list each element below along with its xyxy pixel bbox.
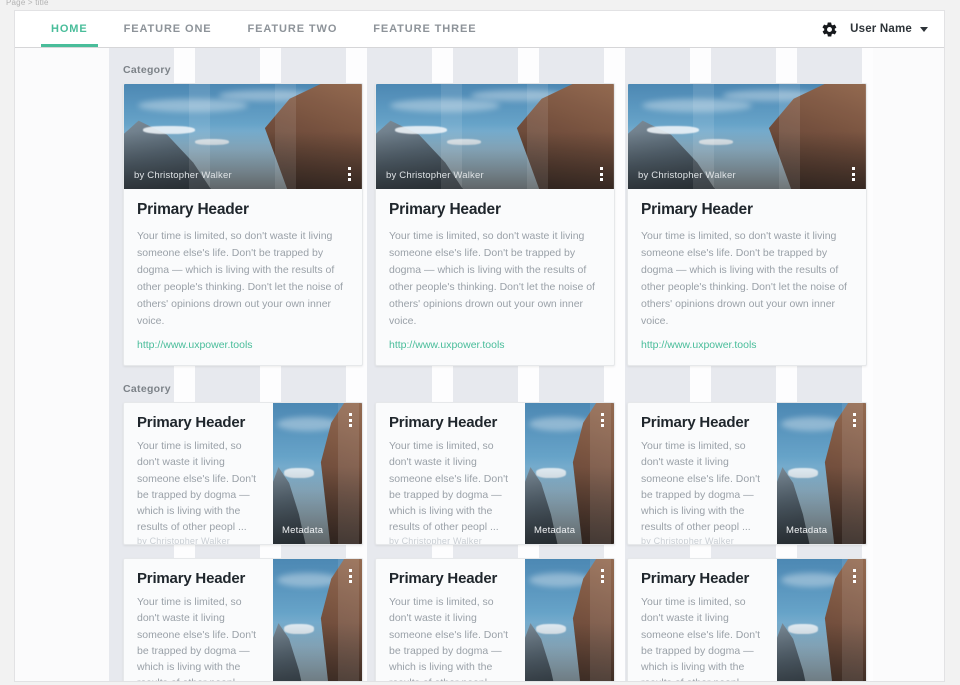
card-body-3: Primary Header Your time is limited, so … (628, 189, 866, 365)
kebab-menu-icon[interactable] (852, 167, 855, 181)
category-label-2: Category (123, 383, 171, 395)
card-row-2: Primary Header Your time is limited, so … (15, 402, 944, 545)
card-text-block: Primary Header Your time is limited, so … (628, 559, 777, 681)
card-title: Primary Header (137, 414, 246, 431)
kebab-menu-icon[interactable] (601, 413, 604, 427)
card-text-block: Primary Header Your time is limited, so … (124, 559, 273, 681)
card-thumbnail: Metadata (777, 403, 866, 544)
card-title: Primary Header (389, 414, 498, 431)
card-text-block: Primary Header Your time is limited, so … (124, 403, 273, 544)
kebab-menu-icon[interactable] (853, 413, 856, 427)
card-byline: by Christopher Walker (641, 535, 734, 545)
gear-icon[interactable] (821, 21, 838, 38)
card-byline: by Christopher Walker (137, 535, 230, 545)
tab-feature-three-label: FEATURE THREE (373, 23, 477, 35)
card-body-text: Your time is limited, so don't waste it … (641, 440, 760, 534)
user-name-label[interactable]: User Name (850, 23, 912, 35)
card-text-2: Your time is limited, so don't waste it … (389, 230, 595, 327)
card-title-1: Primary Header (137, 201, 249, 218)
card-byline-1: by Christopher Walker (134, 170, 232, 181)
top-bar-actions: User Name (821, 11, 944, 47)
tab-feature-two-label: FEATURE TWO (247, 23, 338, 35)
card-body-text: Your time is limited, so don't waste it … (137, 596, 256, 681)
kebab-menu-icon[interactable] (601, 569, 604, 583)
card-link-3[interactable]: http://www.uxpower.tools (641, 339, 853, 351)
page-crumb: Page > title (6, 0, 49, 7)
card-horizontal-4[interactable]: Primary Header Your time is limited, so … (123, 558, 363, 681)
page-content: Category by Christopher Walker Primary H… (15, 48, 944, 681)
metadata-label: Metadata (534, 525, 576, 536)
card-title: Primary Header (137, 570, 246, 587)
card-text-1: Your time is limited, so don't waste it … (137, 230, 343, 327)
card-horizontal-1[interactable]: Primary Header Your time is limited, so … (123, 402, 363, 545)
metadata-label: Metadata (786, 525, 828, 536)
tab-feature-one[interactable]: FEATURE ONE (106, 11, 230, 47)
tab-home[interactable]: HOME (33, 11, 106, 47)
card-body-text: Your time is limited, so don't waste it … (389, 596, 508, 681)
card-thumbnail: Metadata (525, 403, 614, 544)
card-body-2: Primary Header Your time is limited, so … (376, 189, 614, 365)
card-vertical-3[interactable]: by Christopher Walker Primary Header You… (627, 83, 867, 366)
card-horizontal-2[interactable]: Primary Header Your time is limited, so … (375, 402, 615, 545)
tab-feature-one-label: FEATURE ONE (123, 23, 212, 35)
card-vertical-2[interactable]: by Christopher Walker Primary Header You… (375, 83, 615, 366)
kebab-menu-icon[interactable] (348, 167, 351, 181)
card-image-3: by Christopher Walker (628, 84, 866, 189)
card-title-2: Primary Header (389, 201, 501, 218)
card-thumbnail: Metadata (273, 403, 362, 544)
card-text-3: Your time is limited, so don't waste it … (641, 230, 847, 327)
card-byline-2: by Christopher Walker (386, 170, 484, 181)
card-vertical-1[interactable]: by Christopher Walker Primary Header You… (123, 83, 363, 366)
card-link-2[interactable]: http://www.uxpower.tools (389, 339, 601, 351)
tab-feature-two[interactable]: FEATURE TWO (230, 11, 356, 47)
card-title-3: Primary Header (641, 201, 753, 218)
card-thumbnail: Metadata (777, 559, 866, 681)
card-byline-3: by Christopher Walker (638, 170, 736, 181)
card-body-1: Primary Header Your time is limited, so … (124, 189, 362, 365)
kebab-menu-icon[interactable] (600, 167, 603, 181)
card-horizontal-5[interactable]: Primary Header Your time is limited, so … (375, 558, 615, 681)
card-title: Primary Header (641, 414, 750, 431)
card-link-1[interactable]: http://www.uxpower.tools (137, 339, 349, 351)
nav-tabs: HOME FEATURE ONE FEATURE TWO FEATURE THR… (15, 11, 494, 47)
card-horizontal-6[interactable]: Primary Header Your time is limited, so … (627, 558, 867, 681)
card-row-3: Primary Header Your time is limited, so … (15, 558, 944, 681)
card-text-block: Primary Header Your time is limited, so … (628, 403, 777, 544)
card-thumbnail: Metadata (273, 559, 362, 681)
page-frame: HOME FEATURE ONE FEATURE TWO FEATURE THR… (14, 10, 945, 682)
kebab-menu-icon[interactable] (349, 413, 352, 427)
metadata-label: Metadata (282, 525, 324, 536)
kebab-menu-icon[interactable] (853, 569, 856, 583)
card-title: Primary Header (641, 570, 750, 587)
tab-home-label: HOME (51, 23, 88, 35)
chevron-down-icon[interactable] (920, 26, 928, 32)
card-image-2: by Christopher Walker (376, 84, 614, 189)
section-category-2: Category Primary Header Your time is lim… (15, 366, 944, 681)
card-byline: by Christopher Walker (389, 535, 482, 545)
kebab-menu-icon[interactable] (349, 569, 352, 583)
category-label-1: Category (123, 64, 171, 76)
card-thumbnail: Metadata (525, 559, 614, 681)
card-body-text: Your time is limited, so don't waste it … (389, 440, 508, 534)
card-row-1: by Christopher Walker Primary Header You… (15, 83, 944, 366)
section-category-1: Category by Christopher Walker Primary H… (15, 48, 944, 366)
card-body-text: Your time is limited, so don't waste it … (137, 440, 256, 534)
card-image-1: by Christopher Walker (124, 84, 362, 189)
card-horizontal-3[interactable]: Primary Header Your time is limited, so … (627, 402, 867, 545)
tab-feature-three[interactable]: FEATURE THREE (355, 11, 494, 47)
card-body-text: Your time is limited, so don't waste it … (641, 596, 760, 681)
card-text-block: Primary Header Your time is limited, so … (376, 403, 525, 544)
card-title: Primary Header (389, 570, 498, 587)
card-sections: Category by Christopher Walker Primary H… (15, 48, 944, 681)
card-text-block: Primary Header Your time is limited, so … (376, 559, 525, 681)
top-navigation-bar: HOME FEATURE ONE FEATURE TWO FEATURE THR… (15, 11, 944, 48)
